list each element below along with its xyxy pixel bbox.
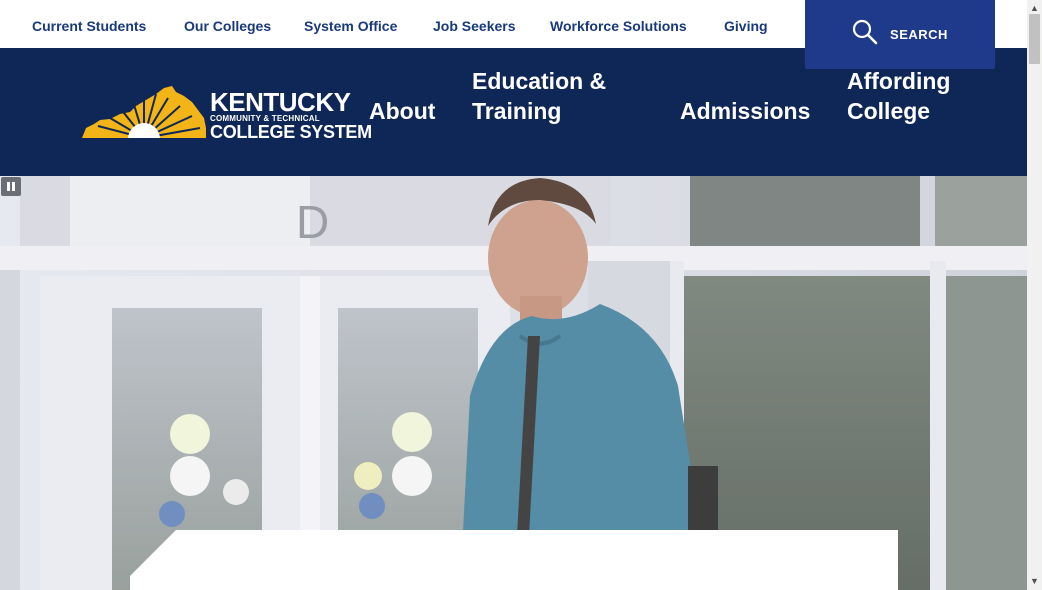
logo-line-kentucky: KENTUCKY [210, 87, 351, 117]
util-link-our-colleges[interactable]: Our Colleges [184, 18, 271, 34]
nav-affording-line1: Affording [847, 68, 951, 94]
nav-about-label: About [369, 98, 436, 124]
sunburst-kentucky-logo [80, 86, 208, 141]
hero-image: D [0, 176, 1027, 590]
util-link-workforce-solutions[interactable]: Workforce Solutions [550, 18, 687, 34]
scroll-up-arrow-icon[interactable]: ▲ [1030, 3, 1039, 13]
util-link-job-seekers[interactable]: Job Seekers [433, 18, 516, 34]
scrollbar-thumb[interactable] [1029, 14, 1040, 64]
logo-line-college-system: COLLEGE SYSTEM [210, 122, 372, 142]
nav-about[interactable]: About [369, 96, 435, 126]
hero-content-card [130, 530, 898, 590]
hero-video: D [0, 176, 1027, 590]
pause-button[interactable] [1, 177, 21, 196]
search-button[interactable]: SEARCH [805, 0, 995, 69]
nav-affording-college[interactable]: Affording College [847, 66, 950, 126]
pause-icon-bar [12, 182, 15, 191]
nav-education-line2: Training [472, 98, 562, 124]
pause-icon [7, 182, 10, 191]
nav-education-line1: Education & [472, 68, 607, 94]
util-link-giving[interactable]: Giving [724, 18, 768, 34]
scroll-down-arrow-icon[interactable]: ▼ [1030, 576, 1039, 586]
logo-wordmark[interactable]: KENTUCKY COMMUNITY & TECHNICAL COLLEGE S… [210, 87, 372, 142]
nav-education-training[interactable]: Education & Training [472, 66, 606, 126]
nav-admissions[interactable]: Admissions [680, 96, 810, 126]
search-icon [852, 19, 878, 50]
util-link-current-students[interactable]: Current Students [32, 18, 146, 34]
nav-admissions-label: Admissions [680, 98, 811, 124]
search-label: SEARCH [890, 27, 948, 42]
scrollbar[interactable] [1027, 0, 1042, 590]
nav-affording-line2: College [847, 98, 931, 124]
util-link-system-office[interactable]: System Office [304, 18, 397, 34]
